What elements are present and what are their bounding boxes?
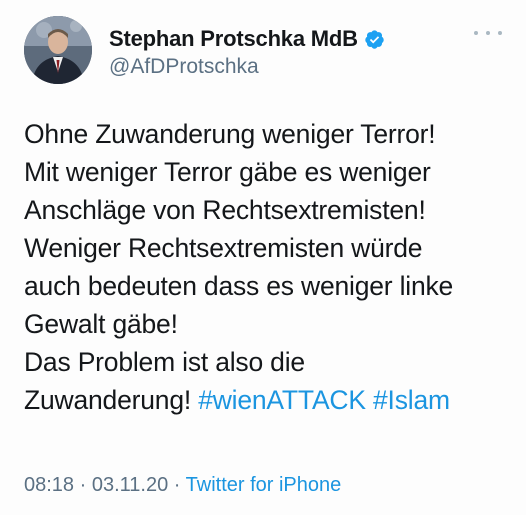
author-name-row[interactable]: Stephan Protschka MdB (109, 26, 385, 52)
tweet-time[interactable]: 08:18 (24, 474, 74, 496)
author-handle[interactable]: @AfDProtschka (109, 55, 259, 79)
author-display-name[interactable]: Stephan Protschka MdB (109, 26, 358, 52)
tweet-last-line-text: Zuwanderung! (24, 385, 199, 415)
tweet-text: Ohne Zuwanderung weniger Terror! Mit wen… (24, 115, 509, 419)
more-dot (498, 31, 502, 35)
verified-badge-icon (364, 29, 385, 50)
avatar[interactable] (24, 16, 92, 84)
tweet-line: Mit weniger Terror gäbe es weniger (24, 157, 431, 187)
hashtag-wienattack[interactable]: #wienATTACK (198, 385, 366, 415)
tweet-card: Stephan Protschka MdB @AfDProtschka Ohne… (0, 0, 526, 515)
tweet-meta: 08:18 · 03.11.20 · Twitter for iPhone (24, 474, 341, 497)
avatar-photo (24, 16, 92, 84)
tweet-date[interactable]: 03.11.20 (92, 474, 168, 496)
hashtag-islam[interactable]: #Islam (373, 385, 450, 415)
tweet-line: Weniger Rechtsextremisten würde (24, 233, 423, 263)
meta-separator: · (168, 474, 186, 496)
meta-separator: · (74, 474, 92, 496)
more-dot (474, 31, 478, 35)
tweet-line: Das Problem ist also die (24, 347, 305, 377)
tweet-line: auch bedeuten dass es weniger linke (24, 271, 454, 301)
tweet-line: Anschläge von Rechtsextremisten! (24, 195, 426, 225)
tweet-line: Gewalt gäbe! (24, 309, 178, 339)
more-options-icon[interactable] (474, 26, 502, 40)
tweet-source-link[interactable]: Twitter for iPhone (186, 474, 342, 496)
tweet-line: Ohne Zuwanderung weniger Terror! (24, 119, 436, 149)
more-dot (486, 31, 490, 35)
tweet-last-line: Zuwanderung! #wienATTACK #Islam (24, 381, 509, 419)
